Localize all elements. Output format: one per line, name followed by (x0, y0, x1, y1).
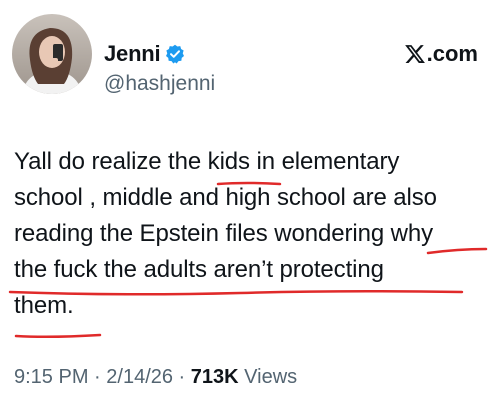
views-label: Views (238, 366, 298, 388)
meta-separator: · (173, 366, 191, 388)
profile-photo (12, 14, 92, 94)
x-com-link[interactable]: .com (404, 40, 478, 68)
tweet-date[interactable]: 2/14/26 (106, 366, 173, 389)
tweet-line: them. (14, 292, 74, 319)
avatar[interactable] (12, 14, 92, 94)
verified-badge-icon (166, 44, 185, 64)
tweet-meta: 9:15 PM · 2/14/26 · 713K Views (14, 366, 297, 389)
underline-them (14, 333, 102, 339)
tweet-text: Yall do realize the kids in elementary s… (14, 144, 492, 324)
author-handle[interactable]: @hashjenni (104, 72, 215, 96)
tweet-line: the fuck the adults aren’t protecting (14, 256, 384, 283)
author-display-name[interactable]: Jenni (104, 41, 161, 67)
meta-separator: · (88, 366, 107, 388)
x-com-label: .com (426, 41, 478, 66)
author-name-row: Jenni (104, 40, 185, 68)
tweet-line: school , middle and high school are also (14, 184, 437, 211)
tweet-line: reading the Epstein files wondering why (14, 220, 434, 247)
tweet-line: Yall do realize the kids in elementary (14, 148, 400, 175)
x-logo-icon (404, 45, 425, 63)
tweet-time[interactable]: 9:15 PM (14, 366, 88, 389)
views-count: 713K (190, 366, 239, 388)
